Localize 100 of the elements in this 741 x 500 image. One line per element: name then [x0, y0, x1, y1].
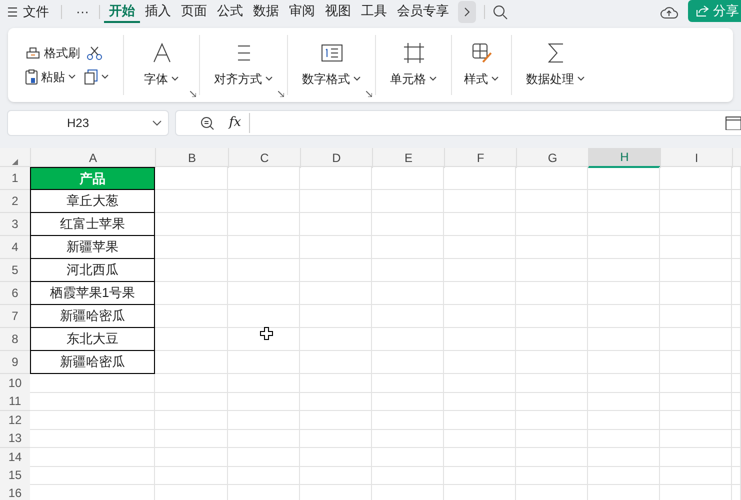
empty-cell[interactable] — [732, 213, 741, 236]
empty-cell[interactable] — [516, 259, 588, 282]
empty-cell[interactable] — [588, 213, 660, 236]
menu-tab[interactable]: 工具 — [356, 1, 392, 23]
empty-cell[interactable] — [155, 466, 228, 485]
function-label[interactable]: fx — [229, 113, 250, 133]
empty-cell[interactable] — [228, 213, 300, 236]
formula-field[interactable]: fx — [175, 110, 741, 136]
empty-cell[interactable] — [516, 374, 588, 393]
empty-cell[interactable] — [732, 259, 741, 282]
empty-cell[interactable] — [372, 167, 444, 190]
empty-cell[interactable] — [300, 259, 372, 282]
empty-cell[interactable] — [155, 374, 228, 393]
row-header[interactable]: 16 — [0, 484, 30, 500]
empty-cell[interactable] — [155, 305, 228, 328]
empty-cell[interactable] — [300, 466, 372, 485]
column-header[interactable]: C — [228, 148, 300, 168]
empty-cell[interactable] — [372, 351, 444, 374]
empty-cell[interactable] — [516, 466, 588, 485]
empty-cell[interactable] — [516, 410, 588, 430]
empty-cell[interactable] — [155, 429, 228, 448]
empty-cell[interactable] — [155, 410, 228, 430]
empty-cell[interactable] — [228, 305, 300, 328]
ribbon-group-button[interactable]: 数字格式 — [302, 70, 361, 88]
empty-cell[interactable] — [588, 167, 660, 190]
insert-function-icon[interactable] — [725, 116, 741, 130]
ribbon-group-button[interactable]: 单元格 — [390, 70, 437, 88]
menu-tab[interactable]: 公式 — [212, 1, 248, 23]
empty-cell[interactable] — [516, 448, 588, 467]
empty-cell[interactable] — [516, 190, 588, 213]
row-header[interactable]: 5 — [0, 259, 30, 282]
empty-cell[interactable] — [155, 351, 228, 374]
row-header[interactable]: 6 — [0, 282, 30, 305]
row-header[interactable]: 2 — [0, 190, 30, 213]
empty-cell[interactable] — [588, 328, 660, 351]
empty-cell[interactable] — [155, 213, 228, 236]
empty-cell[interactable] — [732, 351, 741, 374]
empty-cell[interactable] — [228, 374, 300, 393]
empty-cell[interactable] — [588, 305, 660, 328]
empty-cell[interactable] — [732, 466, 741, 485]
empty-cell[interactable] — [516, 429, 588, 448]
row-header[interactable]: 15 — [0, 466, 30, 485]
ribbon-group-button[interactable]: 样式 — [464, 70, 499, 88]
empty-cell[interactable] — [660, 392, 732, 412]
row-header[interactable]: 9 — [0, 351, 30, 374]
empty-cell[interactable] — [516, 236, 588, 259]
empty-cell[interactable] — [732, 328, 741, 351]
copy-button[interactable] — [84, 69, 109, 85]
empty-cell[interactable] — [732, 410, 741, 430]
menu-tab[interactable]: 视图 — [320, 1, 356, 23]
empty-cell[interactable] — [660, 429, 732, 448]
empty-cell[interactable] — [155, 392, 228, 412]
empty-cell[interactable] — [444, 190, 516, 213]
empty-cell[interactable] — [300, 213, 372, 236]
empty-cell[interactable] — [444, 305, 516, 328]
search-icon[interactable] — [493, 4, 508, 20]
empty-cell[interactable] — [372, 213, 444, 236]
menu-tab[interactable]: 会员专享 — [392, 1, 454, 23]
cloud-upload-icon[interactable] — [660, 5, 678, 19]
empty-cell[interactable] — [660, 410, 732, 430]
empty-cell[interactable] — [660, 305, 732, 328]
name-box[interactable]: H23 — [7, 110, 169, 136]
menu-tab[interactable]: 开始 — [104, 1, 140, 23]
empty-cell[interactable] — [660, 448, 732, 467]
empty-cell[interactable] — [732, 374, 741, 393]
empty-cell[interactable] — [516, 282, 588, 305]
empty-cell[interactable] — [588, 236, 660, 259]
empty-cell[interactable] — [300, 305, 372, 328]
row-header[interactable]: 8 — [0, 328, 30, 351]
empty-cell[interactable] — [516, 392, 588, 412]
empty-cell[interactable] — [372, 305, 444, 328]
column-header[interactable]: F — [444, 148, 516, 168]
empty-cell[interactable] — [444, 466, 516, 485]
empty-cell[interactable] — [660, 259, 732, 282]
empty-cell[interactable] — [155, 282, 228, 305]
empty-cell[interactable] — [372, 374, 444, 393]
empty-cell[interactable] — [228, 392, 300, 412]
empty-cell[interactable] — [516, 328, 588, 351]
empty-cell[interactable] — [372, 466, 444, 485]
empty-cell[interactable] — [588, 190, 660, 213]
zoom-icon[interactable] — [200, 116, 215, 130]
menu-tab[interactable]: 插入 — [140, 1, 176, 23]
more-button[interactable]: ··· — [66, 2, 99, 22]
empty-cell[interactable] — [588, 392, 660, 412]
empty-cell[interactable] — [588, 374, 660, 393]
empty-cell[interactable] — [300, 429, 372, 448]
paste-button[interactable]: 粘贴 — [25, 68, 76, 86]
empty-cell[interactable] — [660, 328, 732, 351]
row-header[interactable]: 11 — [0, 392, 30, 412]
select-all-icon[interactable] — [12, 159, 18, 165]
format-painter-button[interactable]: 格式刷 — [25, 44, 80, 62]
empty-cell[interactable] — [516, 213, 588, 236]
empty-cell[interactable] — [588, 429, 660, 448]
empty-cell[interactable] — [444, 392, 516, 412]
empty-cell[interactable] — [516, 305, 588, 328]
row-header[interactable]: 4 — [0, 236, 30, 259]
empty-cell[interactable] — [372, 259, 444, 282]
empty-cell[interactable] — [660, 213, 732, 236]
empty-cell[interactable] — [300, 392, 372, 412]
empty-cell[interactable] — [732, 429, 741, 448]
